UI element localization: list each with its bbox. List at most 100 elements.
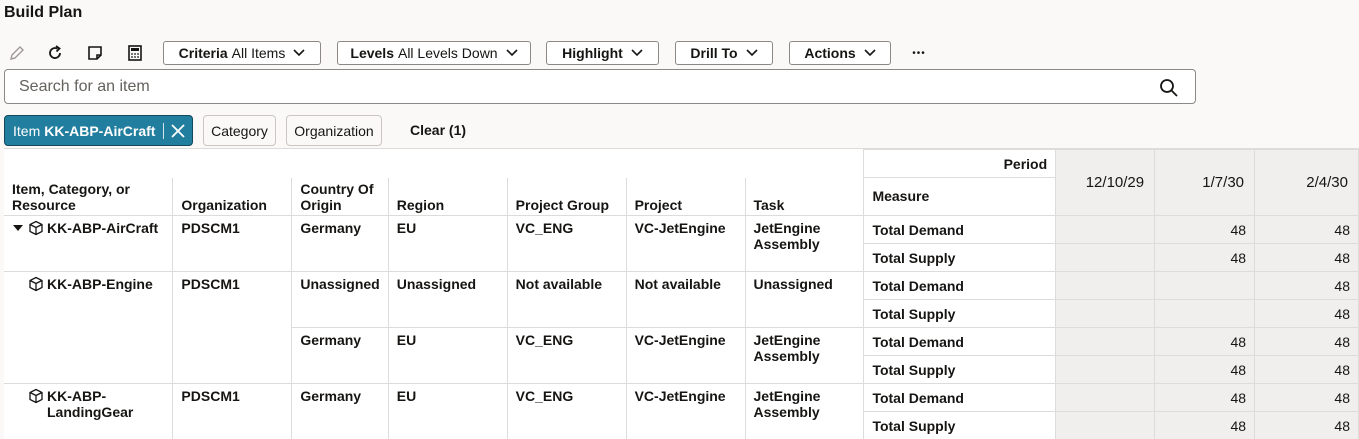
measure-cell: Total Demand <box>863 327 1057 356</box>
value-cell[interactable] <box>1154 299 1256 328</box>
project-group-cell: Not available <box>506 271 627 328</box>
column-header-country[interactable]: Country Of Origin <box>291 177 389 216</box>
grid-header-spacer <box>4 149 865 178</box>
value-cell[interactable]: 48 <box>1254 271 1359 300</box>
search-input[interactable] <box>19 76 1139 98</box>
chevron-down-icon <box>631 49 643 57</box>
plan-grid: Period 12/10/29 1/7/30 2/4/30 Item, Cate… <box>4 148 1359 439</box>
item-name: KK-ABP-AirCraft <box>47 220 159 236</box>
value-cell[interactable] <box>1055 411 1156 439</box>
table-row[interactable]: KK-ABP-LandingGear PDSCM1 Germany EU VC_… <box>4 383 1359 439</box>
value-cell[interactable]: 48 <box>1254 411 1359 439</box>
criteria-dropdown[interactable]: Criteria All Items <box>163 41 321 65</box>
value-cell[interactable]: 48 <box>1154 215 1256 244</box>
date-header[interactable]: 2/4/30 <box>1254 149 1359 216</box>
refresh-icon[interactable] <box>42 40 68 66</box>
collapse-triangle-icon[interactable] <box>8 220 28 236</box>
value-cell[interactable]: 48 <box>1154 355 1256 384</box>
value-cell[interactable] <box>1154 271 1256 300</box>
actions-dropdown[interactable]: Actions <box>789 41 891 65</box>
project-group-cell: VC_ENG <box>506 383 627 439</box>
column-header-region[interactable]: Region <box>387 177 508 216</box>
highlight-dropdown[interactable]: Highlight <box>546 41 659 65</box>
value-cell[interactable]: 48 <box>1254 327 1359 356</box>
country-cell: Unassigned <box>291 271 389 328</box>
levels-label: Levels <box>350 45 394 61</box>
date-header[interactable]: 12/10/29 <box>1055 149 1156 216</box>
value-cell[interactable]: 48 <box>1154 327 1256 356</box>
country-cell: Germany <box>291 327 389 384</box>
page-title: Build Plan <box>4 4 83 21</box>
organization-cell: PDSCM1 <box>172 215 293 272</box>
close-icon[interactable] <box>170 123 186 139</box>
column-header-task[interactable]: Task <box>744 177 865 216</box>
drill-to-label: Drill To <box>690 45 738 61</box>
project-cell: VC-JetEngine <box>625 327 746 384</box>
chevron-down-icon <box>506 49 518 57</box>
measure-cell: Total Demand <box>863 215 1057 244</box>
table-row[interactable]: KK-ABP-Engine PDSCM1 Unassigned Unassign… <box>4 271 1359 384</box>
table-row[interactable]: KK-ABP-AirCraft PDSCM1 Germany EU VC_ENG… <box>4 215 1359 272</box>
value-cell[interactable]: 48 <box>1254 355 1359 384</box>
measure-cell: Total Supply <box>863 299 1057 328</box>
search-icon[interactable] <box>1159 78 1179 98</box>
item-cell: KK-ABP-LandingGear <box>4 383 174 439</box>
column-header-measure[interactable]: Measure <box>863 177 1057 216</box>
task-cell: JetEngine Assembly <box>744 383 865 439</box>
levels-dropdown[interactable]: Levels All Levels Down <box>337 41 531 65</box>
item-filter-label: Item <box>13 122 41 139</box>
cube-icon <box>29 276 43 292</box>
value-cell[interactable] <box>1055 243 1156 272</box>
levels-value: All Levels Down <box>397 45 498 61</box>
value-cell[interactable] <box>1055 327 1156 356</box>
period-header: Period <box>863 149 1057 178</box>
calculator-icon[interactable] <box>122 40 148 66</box>
category-filter-chip[interactable]: Category <box>203 115 276 146</box>
project-cell: VC-JetEngine <box>625 383 746 439</box>
value-cell[interactable]: 48 <box>1254 383 1359 412</box>
measure-cell: Total Supply <box>863 411 1057 439</box>
value-cell[interactable] <box>1055 299 1156 328</box>
date-header[interactable]: 1/7/30 <box>1154 149 1256 216</box>
value-cell[interactable] <box>1055 355 1156 384</box>
value-cell[interactable]: 48 <box>1254 243 1359 272</box>
search-bar <box>4 69 1196 104</box>
value-cell[interactable] <box>1055 383 1156 412</box>
value-cell[interactable]: 48 <box>1154 243 1256 272</box>
country-cell: Germany <box>291 383 389 439</box>
measure-cell: Total Supply <box>863 243 1057 272</box>
column-header-item[interactable]: Item, Category, or Resource <box>4 177 174 216</box>
item-cell: KK-ABP-AirCraft <box>4 215 174 272</box>
project-group-cell: VC_ENG <box>506 215 627 272</box>
cube-icon <box>29 220 43 236</box>
project-group-cell: VC_ENG <box>506 327 627 384</box>
value-cell[interactable]: 48 <box>1154 383 1256 412</box>
more-options-icon[interactable]: ••• <box>904 40 934 66</box>
toolbar: Criteria All Items Levels All Levels Dow… <box>4 40 1004 66</box>
item-filter-chip[interactable]: Item KK-ABP-AirCraft <box>4 115 193 146</box>
column-header-project[interactable]: Project <box>625 177 746 216</box>
criteria-value: All Items <box>231 45 286 61</box>
note-icon[interactable] <box>82 40 108 66</box>
value-cell[interactable]: 48 <box>1254 215 1359 244</box>
value-cell[interactable]: 48 <box>1254 299 1359 328</box>
chevron-down-icon <box>746 49 758 57</box>
measure-cell: Total Demand <box>863 383 1057 412</box>
item-name: KK-ABP-Engine <box>47 276 153 292</box>
column-header-project-group[interactable]: Project Group <box>506 177 627 216</box>
item-filter-value: KK-ABP-AirCraft <box>44 122 156 139</box>
drill-to-dropdown[interactable]: Drill To <box>675 41 773 65</box>
value-cell[interactable]: 48 <box>1154 411 1256 439</box>
measure-cell: Total Demand <box>863 271 1057 300</box>
criteria-label: Criteria <box>178 45 228 61</box>
chevron-down-icon <box>864 49 876 57</box>
edit-pencil-icon[interactable] <box>4 40 30 66</box>
value-cell[interactable] <box>1055 271 1156 300</box>
clear-filters-link[interactable]: Clear (1) <box>410 122 466 138</box>
chevron-down-icon <box>293 49 305 57</box>
column-header-organization[interactable]: Organization <box>172 177 293 216</box>
organization-filter-chip[interactable]: Organization <box>286 115 382 146</box>
value-cell[interactable] <box>1055 215 1156 244</box>
task-cell: JetEngine Assembly <box>744 215 865 272</box>
chip-divider <box>163 122 165 139</box>
